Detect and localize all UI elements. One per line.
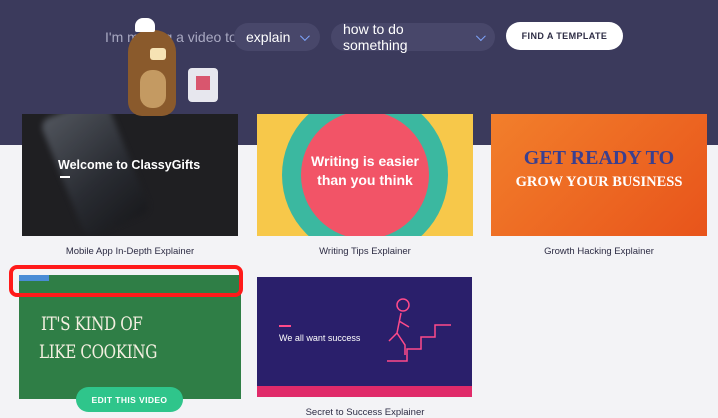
template-caption[interactable]: Writing Tips Explainer (257, 246, 473, 257)
template-caption[interactable]: Mobile App In-Depth Explainer (22, 246, 238, 257)
thumb-title: We all want success (279, 333, 361, 343)
template-card-growth-hacking[interactable]: GET READY TO GROW YOUR BUSINESS (491, 114, 707, 236)
thumb-dash (279, 325, 291, 327)
template-card-writing-tips[interactable]: Writing is easier than you think (257, 114, 473, 236)
stairs-figure-icon (387, 298, 451, 362)
topic-dropdown[interactable]: how to do something (331, 21, 495, 53)
template-caption[interactable]: Secret to Success Explainer (257, 407, 473, 418)
thumb-line-1: GET READY TO (523, 147, 675, 169)
toaster-window (196, 76, 210, 90)
purpose-value: explain (246, 29, 291, 45)
find-template-button[interactable]: FIND A TEMPLATE (506, 22, 623, 50)
template-caption[interactable]: Growth Hacking Explainer (491, 246, 707, 257)
thumb-line-2: than you think (317, 172, 413, 188)
thumb-line-2: LIKE COOKING (39, 341, 157, 363)
chevron-down-icon (476, 30, 486, 41)
bear-belly (140, 70, 166, 108)
template-card-secret-success[interactable]: We all want success (257, 277, 472, 397)
edit-video-button[interactable]: EDIT THIS VIDEO (76, 387, 183, 412)
chevron-down-icon (300, 30, 311, 41)
thumb-dash (60, 176, 70, 178)
thumb-bottom-bar (257, 386, 472, 397)
thumb-line-1: IT'S KIND OF (41, 313, 143, 335)
highlight-box (9, 265, 243, 297)
phone-image (39, 114, 151, 236)
purpose-dropdown[interactable]: explain (234, 23, 320, 51)
template-card-mobile-app[interactable]: Welcome to ClassyGifts (22, 114, 238, 236)
chef-hat-icon (135, 18, 155, 32)
thumb-text: Writing is easier than you think (257, 152, 473, 190)
topic-value: how to do something (343, 21, 408, 53)
thumb-title: Welcome to ClassyGifts (58, 158, 201, 172)
cake-icon (150, 48, 166, 60)
thumb-line-1: Writing is easier (311, 153, 419, 169)
thumb-line-2: GROW YOUR BUSINESS (515, 174, 683, 190)
